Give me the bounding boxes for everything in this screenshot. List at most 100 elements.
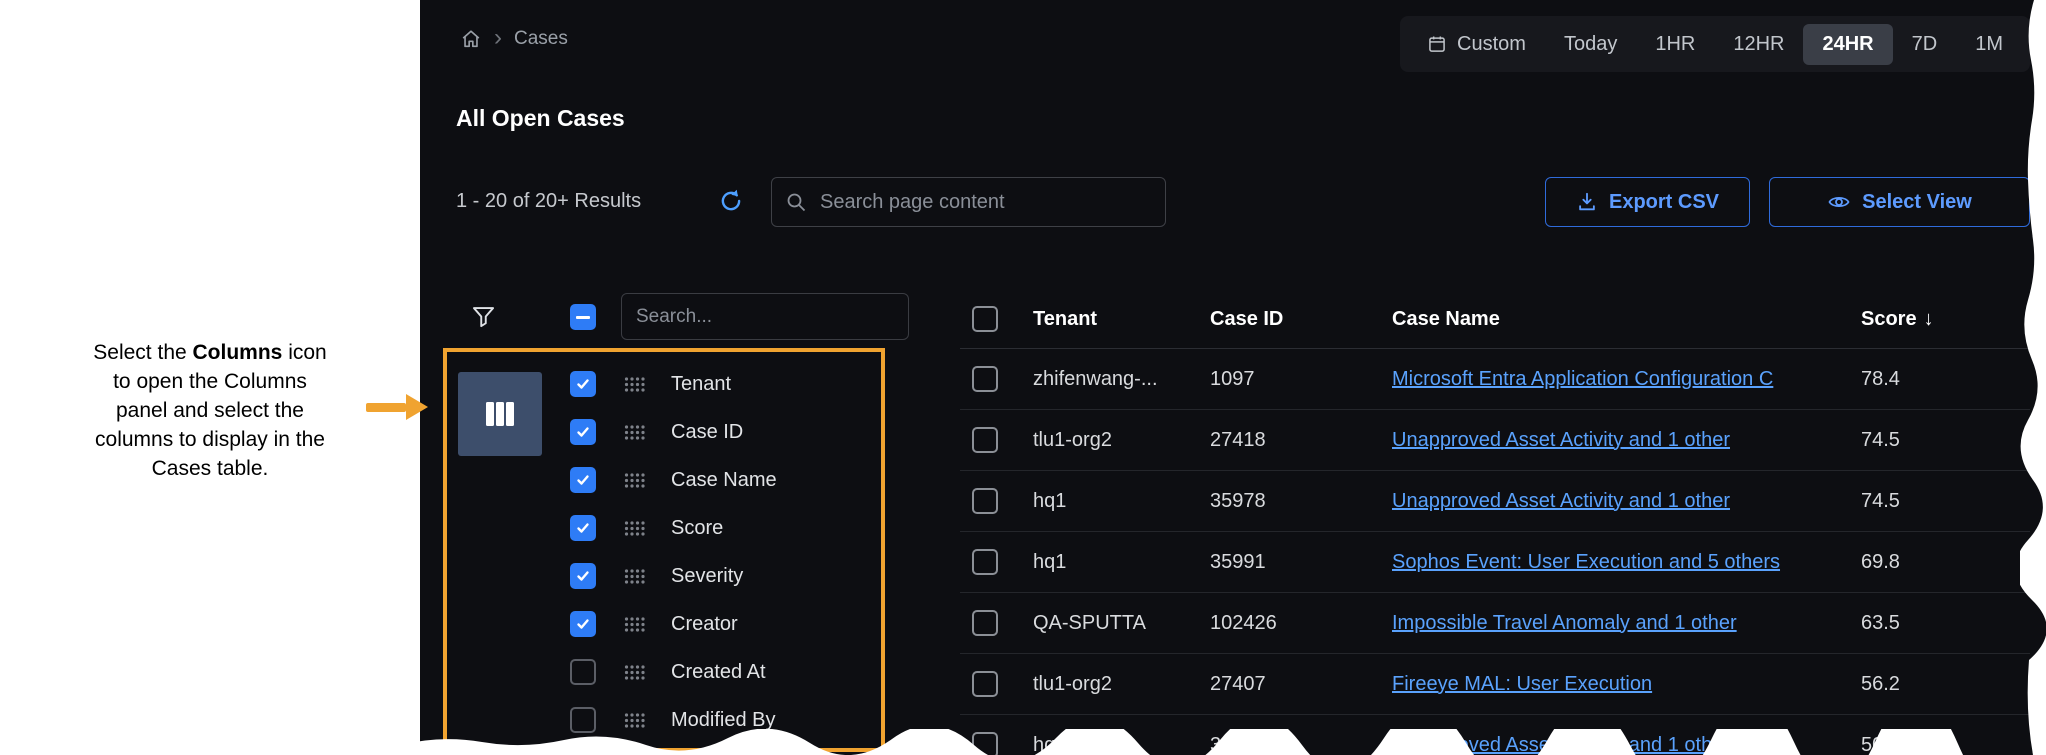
- cases-table: Tenant Case ID Case Name Score ↓ zhifenw…: [960, 290, 2030, 755]
- drag-dots-icon[interactable]: [624, 377, 645, 392]
- cell-tenant: zhifenwang-...: [1033, 368, 1210, 391]
- header-checkbox[interactable]: [972, 306, 998, 332]
- screenshot-canvas: Select the Columns icon to open the Colu…: [0, 0, 2046, 755]
- drag-dots-icon[interactable]: [624, 569, 645, 584]
- row-checkbox[interactable]: [972, 549, 998, 575]
- table-header-row: Tenant Case ID Case Name Score ↓: [960, 290, 2030, 349]
- cell-tenant: tlu1-org2: [1033, 673, 1210, 696]
- column-checkbox[interactable]: [570, 467, 596, 493]
- search-icon: [785, 191, 807, 213]
- column-label: Creator: [671, 613, 738, 636]
- score-header-label: Score: [1861, 308, 1917, 331]
- drag-dots-icon[interactable]: [624, 713, 645, 728]
- cell-score: 69.8: [1861, 551, 2001, 574]
- indeterminate-minus-icon: [576, 316, 590, 319]
- column-toggle-item: Severity: [570, 552, 777, 600]
- drag-dots-icon[interactable]: [624, 521, 645, 536]
- column-label: Score: [671, 517, 723, 540]
- time-option-1hr[interactable]: 1HR: [1636, 33, 1714, 56]
- case-name-link[interactable]: Impossible Travel Anomaly and 1 other: [1392, 612, 1844, 635]
- row-checkbox[interactable]: [972, 671, 998, 697]
- cell-case-id: 35991: [1210, 551, 1392, 574]
- columns-search: [621, 293, 909, 340]
- download-icon: [1576, 191, 1598, 213]
- column-label: Tenant: [671, 373, 731, 396]
- time-option-12hr[interactable]: 12HR: [1714, 33, 1803, 56]
- page-title: All Open Cases: [456, 105, 625, 132]
- cell-case-id: 27418: [1210, 429, 1392, 452]
- table-row: zhifenwang-... 1097 Microsoft Entra Appl…: [960, 349, 2030, 410]
- annotation-arrow: [366, 394, 428, 420]
- column-toggle-item: Score: [570, 504, 777, 552]
- time-option-custom[interactable]: Custom: [1408, 33, 1545, 56]
- annotation-line: to open the Columns: [10, 367, 410, 396]
- cell-score: 56.2: [1861, 673, 2001, 696]
- torn-edge-right: [2020, 0, 2046, 755]
- column-toggle-item: Creator: [570, 600, 777, 648]
- cell-score: 63.5: [1861, 612, 2001, 635]
- columns-search-input[interactable]: [621, 293, 909, 340]
- column-checkbox[interactable]: [570, 611, 596, 637]
- column-toggle-item: Created At: [570, 648, 777, 696]
- calendar-icon: [1427, 34, 1447, 54]
- breadcrumb-cases[interactable]: Cases: [514, 28, 568, 50]
- column-toggle-item: Case ID: [570, 408, 777, 456]
- row-checkbox[interactable]: [972, 427, 998, 453]
- page-search-input[interactable]: [771, 177, 1166, 227]
- column-header-score[interactable]: Score ↓: [1861, 308, 2001, 331]
- export-csv-label: Export CSV: [1609, 191, 1719, 214]
- case-name-link[interactable]: Microsoft Entra Application Configuratio…: [1392, 368, 1844, 391]
- eye-icon: [1827, 190, 1851, 214]
- drag-dots-icon[interactable]: [624, 425, 645, 440]
- drag-dots-icon[interactable]: [624, 665, 645, 680]
- column-checkbox[interactable]: [570, 659, 596, 685]
- column-label: Created At: [671, 661, 766, 684]
- column-header-case-name[interactable]: Case Name: [1392, 308, 1861, 331]
- column-label: Severity: [671, 565, 743, 588]
- results-count: 1 - 20 of 20+ Results: [456, 190, 641, 213]
- column-header-tenant[interactable]: Tenant: [1033, 308, 1210, 331]
- row-checkbox[interactable]: [972, 366, 998, 392]
- column-checkbox[interactable]: [570, 419, 596, 445]
- column-checkbox[interactable]: [570, 371, 596, 397]
- column-toggle-item: Case Name: [570, 456, 777, 504]
- column-checkbox[interactable]: [570, 515, 596, 541]
- case-name-link[interactable]: Sophos Event: User Execution and 5 other…: [1392, 551, 1844, 574]
- cell-tenant: hq1: [1033, 551, 1210, 574]
- drag-dots-icon[interactable]: [624, 617, 645, 632]
- annotation-text: Select the Columns icon to open the Colu…: [10, 338, 410, 483]
- column-checkbox[interactable]: [570, 563, 596, 589]
- table-row: tlu1-org2 27418 Unapproved Asset Activit…: [960, 410, 2030, 471]
- column-header-case-id[interactable]: Case ID: [1210, 308, 1392, 331]
- annotation-line: panel and select the: [10, 396, 410, 425]
- select-all-checkbox[interactable]: [570, 304, 596, 330]
- time-option-7d[interactable]: 7D: [1893, 33, 1957, 56]
- time-option-24hr[interactable]: 24HR: [1803, 24, 1892, 65]
- home-icon[interactable]: [460, 28, 482, 50]
- filter-icon[interactable]: [470, 303, 497, 335]
- case-name-link[interactable]: Fireeye MAL: User Execution: [1392, 673, 1844, 696]
- cell-tenant: QA-SPUTTA: [1033, 612, 1210, 635]
- refresh-icon[interactable]: [718, 188, 744, 219]
- export-csv-button[interactable]: Export CSV: [1545, 177, 1750, 227]
- select-view-button[interactable]: Select View: [1769, 177, 2030, 227]
- sort-desc-icon: ↓: [1924, 308, 1934, 331]
- row-checkbox[interactable]: [972, 610, 998, 636]
- drag-dots-icon[interactable]: [624, 473, 645, 488]
- arrow-head-icon: [406, 394, 428, 420]
- cell-score: 74.5: [1861, 429, 2001, 452]
- column-label: Case Name: [671, 469, 777, 492]
- page-search: [771, 177, 1166, 227]
- torn-edge-bottom: [400, 729, 2046, 755]
- case-name-link[interactable]: Unapproved Asset Activity and 1 other: [1392, 490, 1844, 513]
- time-option-today[interactable]: Today: [1545, 33, 1636, 56]
- row-checkbox[interactable]: [972, 488, 998, 514]
- arrow-shaft: [366, 403, 406, 412]
- table-row: hq1 35991 Sophos Event: User Execution a…: [960, 532, 2030, 593]
- table-row: hq1 35978 Unapproved Asset Activity and …: [960, 471, 2030, 532]
- time-option-1m[interactable]: 1M: [1956, 33, 2022, 56]
- select-view-label: Select View: [1862, 191, 1972, 214]
- columns-icon-button[interactable]: [458, 372, 542, 456]
- annotation-line: Select the Columns icon: [10, 338, 410, 367]
- case-name-link[interactable]: Unapproved Asset Activity and 1 other: [1392, 429, 1844, 452]
